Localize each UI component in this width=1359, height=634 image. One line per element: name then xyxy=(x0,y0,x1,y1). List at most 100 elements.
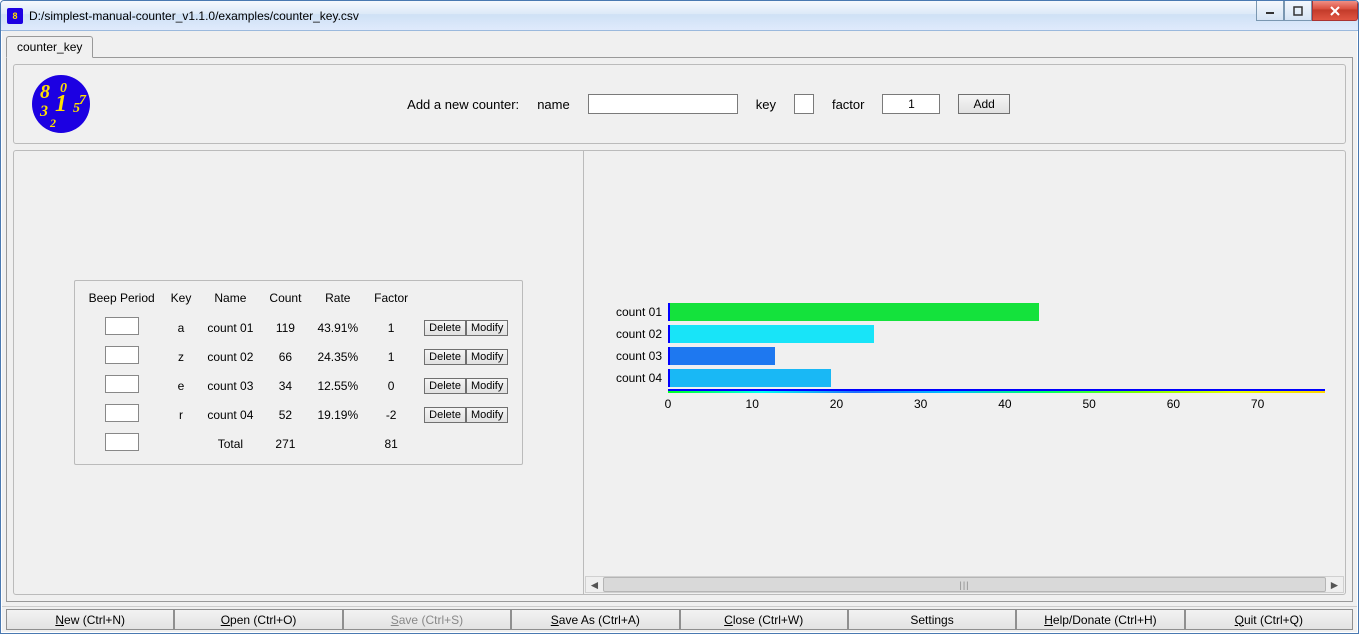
bar-label: count 02 xyxy=(604,327,668,341)
cell-rate: 24.35% xyxy=(309,342,366,371)
cell-name: count 03 xyxy=(199,371,261,400)
x-tick: 10 xyxy=(746,397,759,411)
settings-button[interactable]: Settings xyxy=(848,609,1016,630)
window-controls xyxy=(1256,1,1358,21)
tab-counter-key[interactable]: counter_key xyxy=(6,36,93,58)
delete-button[interactable]: Delete xyxy=(424,378,466,394)
col-count: Count xyxy=(261,287,309,313)
modify-button[interactable]: Modify xyxy=(466,320,508,336)
cell-factor: -2 xyxy=(366,400,416,429)
cell-factor: 0 xyxy=(366,371,416,400)
chart-pane: count 01 count 02 count 03 count 04 0 10 20 30 4… xyxy=(584,151,1345,594)
col-key: Key xyxy=(163,287,200,313)
cell-factor: 1 xyxy=(366,342,416,371)
name-input[interactable] xyxy=(588,94,738,114)
add-counter-form: Add a new counter: name key factor Add xyxy=(90,94,1327,114)
counters-pane: Beep Period Key Name Count Rate Factor a… xyxy=(14,151,584,594)
modify-button[interactable]: Modify xyxy=(466,407,508,423)
titlebar[interactable]: 8 D:/simplest-manual-counter_v1.1.0/exam… xyxy=(1,1,1358,31)
factor-label: factor xyxy=(832,97,865,112)
table-total-row: Total 271 81 xyxy=(81,429,517,458)
chart-bar xyxy=(670,369,831,387)
key-label: key xyxy=(756,97,776,112)
add-button[interactable]: Add xyxy=(958,94,1009,114)
name-label: name xyxy=(537,97,570,112)
total-factor: 81 xyxy=(366,429,416,458)
cell-count: 119 xyxy=(261,313,309,342)
bar-label: count 01 xyxy=(604,305,668,319)
table-header-row: Beep Period Key Name Count Rate Factor xyxy=(81,287,517,313)
app-window: 8 D:/simplest-manual-counter_v1.1.0/exam… xyxy=(0,0,1359,634)
cell-name: count 01 xyxy=(199,313,261,342)
new-button[interactable]: New (Ctrl+N) xyxy=(6,609,174,630)
cell-count: 66 xyxy=(261,342,309,371)
factor-input[interactable] xyxy=(882,94,940,114)
cell-key: r xyxy=(163,400,200,429)
beep-input[interactable] xyxy=(105,433,139,451)
cell-count: 34 xyxy=(261,371,309,400)
x-tick: 30 xyxy=(914,397,927,411)
quit-button[interactable]: Quit (Ctrl+Q) xyxy=(1185,609,1353,630)
modify-button[interactable]: Modify xyxy=(466,349,508,365)
chart-area: count 01 count 02 count 03 count 04 0 10 20 30 4… xyxy=(584,151,1345,576)
app-icon: 8 xyxy=(7,8,23,24)
cell-rate: 12.55% xyxy=(309,371,366,400)
scroll-left-icon[interactable]: ◄ xyxy=(586,577,603,592)
cell-factor: 1 xyxy=(366,313,416,342)
x-tick: 70 xyxy=(1251,397,1264,411)
chart-bar xyxy=(670,303,1039,321)
cell-key: z xyxy=(163,342,200,371)
beep-input[interactable] xyxy=(105,346,139,364)
delete-button[interactable]: Delete xyxy=(424,320,466,336)
beep-input[interactable] xyxy=(105,404,139,422)
modify-button[interactable]: Modify xyxy=(466,378,508,394)
cell-name: count 04 xyxy=(199,400,261,429)
chart-bar xyxy=(670,325,874,343)
logo-icon: 801 7352 xyxy=(32,75,90,133)
total-count: 271 xyxy=(261,429,309,458)
counter-table: Beep Period Key Name Count Rate Factor a… xyxy=(74,280,524,465)
delete-button[interactable]: Delete xyxy=(424,349,466,365)
saveas-button[interactable]: Save As (Ctrl+A) xyxy=(511,609,679,630)
cell-rate: 43.91% xyxy=(309,313,366,342)
x-tick: 50 xyxy=(1082,397,1095,411)
save-button[interactable]: Save (Ctrl+S) xyxy=(343,609,511,630)
delete-button[interactable]: Delete xyxy=(424,407,466,423)
close-button-bottom[interactable]: Close (Ctrl+W) xyxy=(680,609,848,630)
close-button[interactable] xyxy=(1312,1,1358,21)
x-tick: 20 xyxy=(830,397,843,411)
chart-bar xyxy=(670,347,775,365)
col-name: Name xyxy=(199,287,261,313)
cell-count: 52 xyxy=(261,400,309,429)
table-row: ecount 033412.55%0 DeleteModify xyxy=(81,371,517,400)
col-factor: Factor xyxy=(366,287,416,313)
x-tick: 40 xyxy=(998,397,1011,411)
bottom-button-bar: New (Ctrl+N) Open (Ctrl+O) Save (Ctrl+S)… xyxy=(2,606,1357,632)
scroll-right-icon[interactable]: ► xyxy=(1326,577,1343,592)
open-button[interactable]: Open (Ctrl+O) xyxy=(174,609,342,630)
cell-key: e xyxy=(163,371,200,400)
cell-name: count 02 xyxy=(199,342,261,371)
tabstrip: counter_key xyxy=(2,31,1357,57)
table-row: rcount 045219.19%-2 DeleteModify xyxy=(81,400,517,429)
bar-label: count 04 xyxy=(604,371,668,385)
key-input[interactable] xyxy=(794,94,814,114)
add-counter-panel: 801 7352 Add a new counter: name key fac… xyxy=(13,64,1346,144)
maximize-button[interactable] xyxy=(1284,1,1312,21)
beep-input[interactable] xyxy=(105,375,139,393)
content-split: Beep Period Key Name Count Rate Factor a… xyxy=(13,150,1346,595)
horizontal-scrollbar[interactable]: ◄ ||| ► xyxy=(585,576,1344,593)
beep-input[interactable] xyxy=(105,317,139,335)
cell-key: a xyxy=(163,313,200,342)
x-tick: 60 xyxy=(1167,397,1180,411)
col-rate: Rate xyxy=(309,287,366,313)
table-row: zcount 026624.35%1 DeleteModify xyxy=(81,342,517,371)
cell-rate: 19.19% xyxy=(309,400,366,429)
col-beep: Beep Period xyxy=(81,287,163,313)
add-prompt: Add a new counter: xyxy=(407,97,519,112)
total-label: Total xyxy=(199,429,261,458)
help-button[interactable]: Help/Donate (Ctrl+H) xyxy=(1016,609,1184,630)
x-tick: 0 xyxy=(665,397,672,411)
minimize-button[interactable] xyxy=(1256,1,1284,21)
bar-label: count 03 xyxy=(604,349,668,363)
